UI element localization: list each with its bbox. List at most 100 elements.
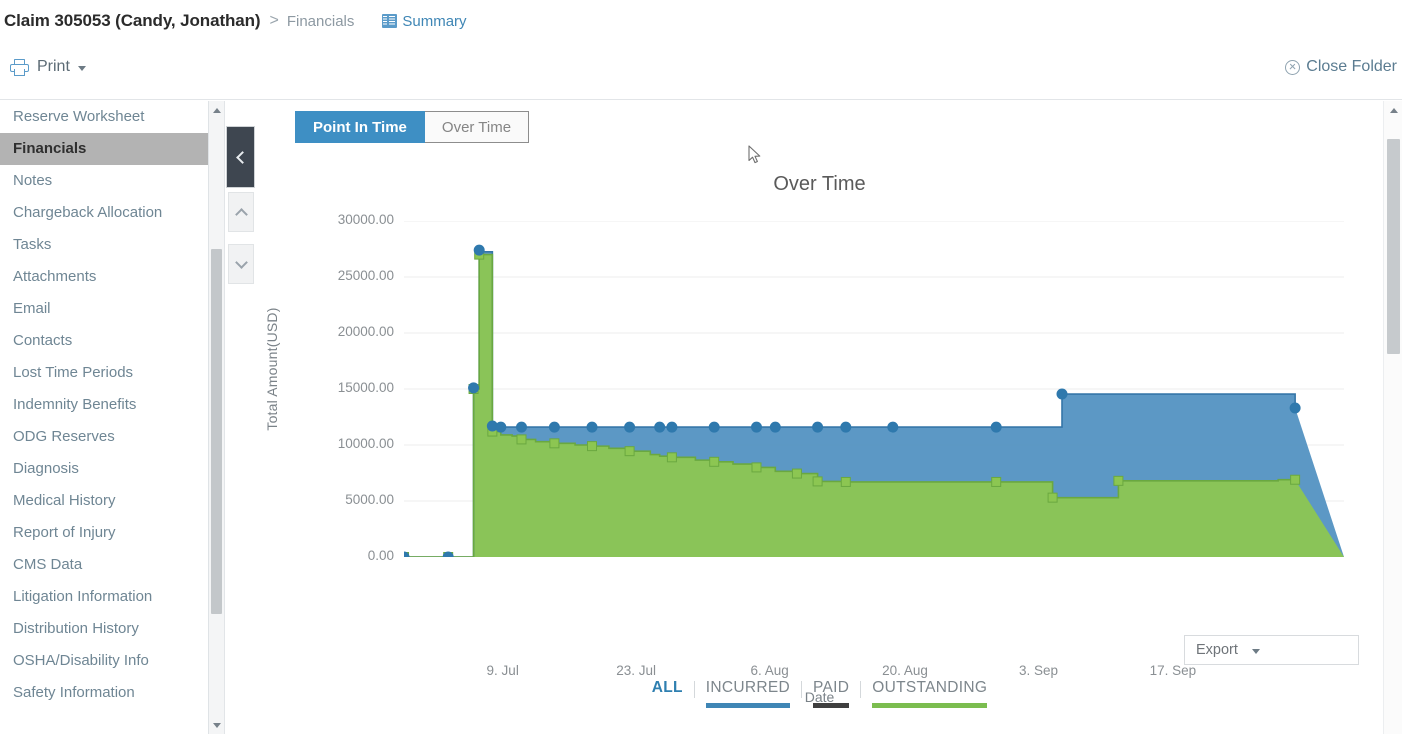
x-tick-label: 17. Sep: [1150, 663, 1197, 678]
data-point-outstanding: [992, 477, 1001, 486]
data-point-outstanding: [517, 435, 526, 444]
data-point-incurred: [549, 422, 559, 432]
data-point-incurred: [667, 422, 677, 432]
data-point-incurred: [469, 383, 479, 393]
sidebar-collapse-button[interactable]: [226, 126, 255, 188]
chart-plot-area: [404, 221, 1344, 557]
x-tick-label: 20. Aug: [882, 663, 928, 678]
data-point-outstanding: [667, 453, 676, 462]
data-point-outstanding: [1114, 476, 1123, 485]
content-scroll-up-button[interactable]: [1384, 103, 1402, 117]
legend-label: OUTSTANDING: [872, 679, 987, 697]
page-title: Claim 305053 (Candy, Jonathan): [4, 11, 261, 31]
sidebar-item-report-of-injury[interactable]: Report of Injury: [0, 517, 208, 549]
sidebar-item-label: Tasks: [13, 236, 51, 253]
sidebar-item-label: Report of Injury: [13, 524, 116, 541]
export-dropdown[interactable]: Export: [1184, 635, 1359, 665]
y-tick-label: 10000.00: [308, 436, 394, 451]
sidebar-item-contacts[interactable]: Contacts: [0, 325, 208, 357]
sidebar-item-tasks[interactable]: Tasks: [0, 229, 208, 261]
content-scrollbar[interactable]: [1383, 101, 1402, 734]
sidebar-item-label: Diagnosis: [13, 460, 79, 477]
data-point-incurred: [888, 422, 898, 432]
x-tick-label: 9. Jul: [487, 663, 519, 678]
sidebar-scroll-down-button[interactable]: [209, 718, 225, 732]
tab-over-time[interactable]: Over Time: [425, 111, 529, 143]
y-tick-label: 20000.00: [308, 324, 394, 339]
breadcrumb-current: Financials: [287, 13, 355, 30]
legend-label: PAID: [813, 679, 849, 697]
sidebar-item-medical-history[interactable]: Medical History: [0, 485, 208, 517]
sidebar-item-label: Indemnity Benefits: [13, 396, 136, 413]
close-folder-label: Close Folder: [1306, 58, 1397, 76]
sidebar-scroll-thumb[interactable]: [211, 249, 222, 614]
y-axis-ticks: 0.005000.0010000.0015000.0020000.0025000…: [308, 211, 394, 547]
y-tick-label: 5000.00: [308, 492, 394, 507]
sidebar-item-label: Contacts: [13, 332, 72, 349]
x-tick-label: 23. Jul: [616, 663, 656, 678]
sidebar-item-email[interactable]: Email: [0, 293, 208, 325]
y-tick-label: 15000.00: [308, 380, 394, 395]
data-point-incurred: [709, 422, 719, 432]
sidebar-item-financials[interactable]: Financials: [0, 133, 208, 165]
sidebar-item-distribution-history[interactable]: Distribution History: [0, 613, 208, 645]
mouse-cursor-icon: [748, 145, 762, 164]
sidebar-item-attachments[interactable]: Attachments: [0, 261, 208, 293]
printer-icon: [10, 59, 29, 76]
legend-item-all[interactable]: ALL: [641, 679, 694, 697]
sidebar-item-label: Medical History: [13, 492, 116, 509]
main-content: Point In TimeOver Time Over Time Total A…: [256, 101, 1383, 734]
data-point-outstanding: [813, 477, 822, 486]
legend-item-incurred[interactable]: INCURRED: [695, 679, 801, 708]
sidebar-item-label: Attachments: [13, 268, 96, 285]
data-point-outstanding: [752, 463, 761, 472]
sidebar-item-osha-disability-info[interactable]: OSHA/Disability Info: [0, 645, 208, 677]
data-point-outstanding: [710, 457, 719, 466]
sidebar-item-reserve-worksheet[interactable]: Reserve Worksheet: [0, 101, 208, 133]
sidebar-item-chargeback-allocation[interactable]: Chargeback Allocation: [0, 197, 208, 229]
sidebar-item-notes[interactable]: Notes: [0, 165, 208, 197]
legend-item-paid[interactable]: PAID: [802, 679, 860, 708]
summary-link[interactable]: Summary: [382, 13, 466, 30]
sidebar-item-label: Distribution History: [13, 620, 139, 637]
data-point-incurred: [841, 422, 851, 432]
sidebar-item-label: Financials: [13, 140, 86, 157]
sidebar-item-indemnity-benefits[interactable]: Indemnity Benefits: [0, 389, 208, 421]
chart-legend: ALL INCURRED PAID OUTSTANDING: [256, 679, 1383, 708]
legend-label: INCURRED: [706, 679, 790, 697]
sidebar-item-lost-time-periods[interactable]: Lost Time Periods: [0, 357, 208, 389]
sidebar-scroll-up-button[interactable]: [209, 103, 225, 117]
data-point-outstanding: [550, 439, 559, 448]
y-tick-label: 30000.00: [308, 212, 394, 227]
tab-point-in-time[interactable]: Point In Time: [295, 111, 425, 143]
sidebar-item-diagnosis[interactable]: Diagnosis: [0, 453, 208, 485]
close-folder-button[interactable]: Close Folder: [1285, 58, 1397, 76]
sidebar-item-litigation-information[interactable]: Litigation Information: [0, 581, 208, 613]
data-point-incurred: [474, 245, 484, 255]
tab-label: Point In Time: [313, 119, 407, 136]
sidebar-nav: Reserve Worksheet Financials Notes Chargeba…: [0, 101, 209, 734]
data-point-incurred: [625, 422, 635, 432]
chevron-left-icon: [236, 151, 249, 164]
print-button[interactable]: Print: [10, 58, 86, 76]
sidebar-item-odg-reserves[interactable]: ODG Reserves: [0, 421, 208, 453]
data-point-incurred: [752, 422, 762, 432]
data-point-incurred: [1290, 403, 1300, 413]
sidebar-item-safety-information[interactable]: Safety Information: [0, 677, 208, 709]
content-scroll-thumb[interactable]: [1387, 139, 1400, 354]
chevron-down-icon: [235, 256, 248, 269]
sidebar-item-label: Chargeback Allocation: [13, 204, 162, 221]
panel-scroll-down-button[interactable]: [228, 244, 254, 284]
sidebar-scrollbar[interactable]: [209, 101, 225, 734]
data-point-incurred: [517, 422, 527, 432]
sidebar-item-label: Litigation Information: [13, 588, 152, 605]
close-icon: [1285, 60, 1300, 75]
caret-down-icon: [78, 66, 86, 71]
header-bar: Claim 305053 (Candy, Jonathan) > Financi…: [0, 0, 1402, 42]
panel-scroll-up-button[interactable]: [228, 192, 254, 232]
sidebar-item-cms-data[interactable]: CMS Data: [0, 549, 208, 581]
legend-item-outstanding[interactable]: OUTSTANDING: [861, 679, 998, 708]
x-tick-label: 6. Aug: [751, 663, 789, 678]
legend-color-bar: [872, 703, 987, 708]
legend-color-bar: [813, 703, 849, 708]
